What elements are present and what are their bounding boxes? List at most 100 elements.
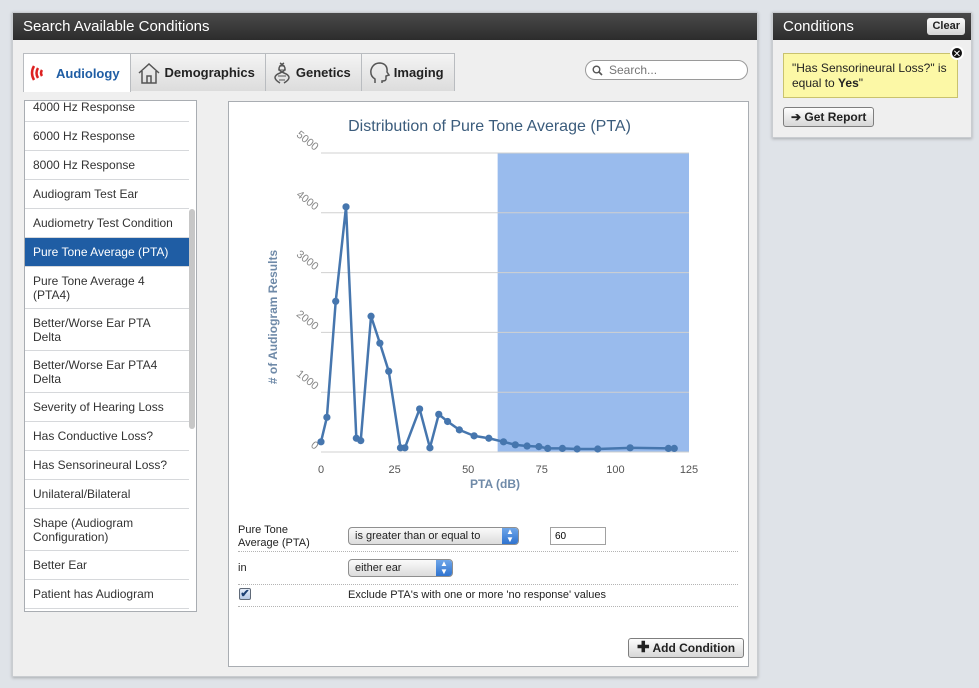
x-axis-label: PTA (dB) [470, 477, 520, 491]
list-item[interactable]: ABR Click Response [25, 609, 189, 611]
data-point [401, 444, 409, 452]
data-point [544, 444, 552, 453]
list-item[interactable]: 8000 Hz Response [25, 151, 189, 180]
data-point [416, 405, 424, 413]
x-tick-label: 0 [318, 464, 324, 476]
operator-select-value: is greater than or equal to [355, 530, 481, 542]
x-tick-label: 50 [462, 464, 474, 476]
tab-imaging-label: Imaging [393, 65, 444, 80]
search-input[interactable] [607, 62, 737, 78]
add-condition-label: Add Condition [652, 641, 736, 655]
list-item[interactable]: Audiometry Test Condition [25, 209, 189, 238]
data-point [455, 426, 463, 434]
list-item[interactable]: Audiogram Test Ear [25, 180, 189, 209]
data-point [485, 434, 493, 442]
pta-value-input[interactable] [550, 527, 606, 545]
list-item[interactable]: Severity of Hearing Loss [25, 393, 189, 422]
y-tick-label: 1000 [294, 368, 321, 393]
ear-select[interactable]: either ear ▲ ▼ [348, 559, 453, 577]
search-conditions-panel: Search Available Conditions Audiology De… [12, 12, 758, 677]
exclude-label: Exclude PTA's with one or more 'no respo… [348, 589, 607, 601]
data-point [470, 432, 478, 440]
x-tick-label: 75 [536, 464, 548, 476]
data-point [426, 444, 434, 452]
operator-select[interactable]: is greater than or equal to ▲ ▼ [348, 527, 519, 545]
x-tick-label: 25 [388, 464, 400, 476]
plus-icon: ✚ [637, 639, 650, 656]
list-item[interactable]: Has Conductive Loss? [25, 422, 189, 451]
y-tick-label: 4000 [294, 189, 321, 214]
list-item[interactable]: Shape (Audiogram Configuration) [25, 509, 189, 551]
data-point [499, 438, 508, 446]
list-scrollbar[interactable] [189, 209, 195, 429]
select-arrows-icon: ▲ ▼ [436, 560, 452, 576]
condition-detail: Distribution of Pure Tone Average (PTA) … [228, 101, 749, 667]
search-box [585, 60, 748, 80]
list-item[interactable]: 4000 Hz Response [25, 101, 189, 122]
list-item[interactable]: Better Ear [25, 551, 189, 580]
dna-icon [274, 61, 290, 84]
condition-value: Yes [838, 76, 859, 90]
list-item[interactable]: 6000 Hz Response [25, 122, 189, 151]
y-tick-label: 5000 [294, 129, 321, 154]
list-item[interactable]: Pure Tone Average (PTA) [25, 238, 189, 267]
tab-demographics-label: Demographics [164, 65, 255, 80]
y-tick-label: 2000 [294, 308, 321, 333]
list-item[interactable]: Unilateral/Bilateral [25, 480, 189, 509]
pta-distribution-chart: 0100020003000400050000 25 50 75 100 125PTA (d… [266, 129, 698, 491]
ear-row: in either ear ▲ ▼ [238, 552, 738, 585]
head-icon [369, 61, 390, 83]
data-point [342, 203, 350, 211]
arrow-right-icon: ➔ [791, 110, 802, 124]
y-axis-label: # of Audiogram Results [266, 250, 280, 385]
condition-card[interactable]: "Has Sensorineural Loss?" is equal to Ye… [783, 46, 964, 98]
category-tabs: Audiology Demographics Genetics Imaging [23, 53, 455, 92]
list-item[interactable]: Better/Worse Ear PTA Delta [25, 309, 189, 351]
data-point [317, 438, 325, 446]
list-item[interactable]: Pure Tone Average 4 (PTA4) [25, 267, 189, 309]
data-point [594, 445, 602, 453]
conditions-panel-title: Conditions [783, 18, 854, 35]
data-point [626, 444, 634, 452]
data-point [535, 443, 543, 451]
list-item[interactable]: Patient has Audiogram [25, 580, 189, 609]
search-panel-title: Search Available Conditions [23, 18, 210, 35]
data-point [443, 417, 452, 426]
clear-button[interactable]: Clear [927, 18, 965, 35]
list-item[interactable]: Better/Worse Ear PTA4 Delta [25, 351, 189, 393]
data-point [357, 437, 365, 445]
ear-select-value: either ear [355, 562, 402, 574]
data-point [670, 444, 678, 453]
x-tick-label: 100 [606, 464, 624, 476]
in-label: in [238, 562, 247, 574]
data-point [523, 442, 531, 450]
pta-criteria-row: Pure Tone Average (PTA) is greater than … [238, 514, 738, 552]
tab-genetics[interactable]: Genetics [264, 53, 362, 91]
data-point [385, 367, 393, 375]
data-point [511, 441, 519, 449]
conditions-panel-header: Conditions Clear [773, 13, 971, 40]
house-icon [138, 62, 160, 84]
data-point [573, 445, 581, 453]
get-report-button[interactable]: ➔ Get Report [783, 107, 875, 127]
data-point [376, 339, 384, 347]
content-area: 4000 Hz Response 6000 Hz Response 8000 Hz … [23, 91, 749, 671]
condition-list-items: 4000 Hz Response 6000 Hz Response 8000 Hz … [25, 101, 189, 611]
tab-audiology-label: Audiology [56, 65, 120, 81]
list-item[interactable]: Has Sensorineural Loss? [25, 451, 189, 480]
condition-list[interactable]: 4000 Hz Response 6000 Hz Response 8000 Hz … [24, 100, 197, 612]
tab-demographics[interactable]: Demographics [129, 53, 266, 91]
exclude-checkbox[interactable]: ✔ [239, 588, 251, 600]
tab-imaging[interactable]: Imaging [360, 53, 455, 91]
search-icon [592, 65, 603, 76]
data-point [323, 413, 331, 421]
tab-audiology[interactable]: Audiology [23, 53, 131, 92]
add-condition-button[interactable]: ✚ Add Condition [628, 638, 745, 658]
exclude-row: ✔ Exclude PTA's with one or more 'no res… [238, 585, 738, 607]
close-icon[interactable]: ✕ [950, 46, 964, 60]
condition-text-end: " [858, 76, 864, 90]
select-arrows-icon: ▲ ▼ [502, 528, 518, 544]
search-panel-header: Search Available Conditions [13, 13, 757, 40]
x-tick-label: 125 [680, 464, 698, 476]
conditions-panel: Conditions Clear "Has Sensorineural Loss… [772, 12, 972, 138]
